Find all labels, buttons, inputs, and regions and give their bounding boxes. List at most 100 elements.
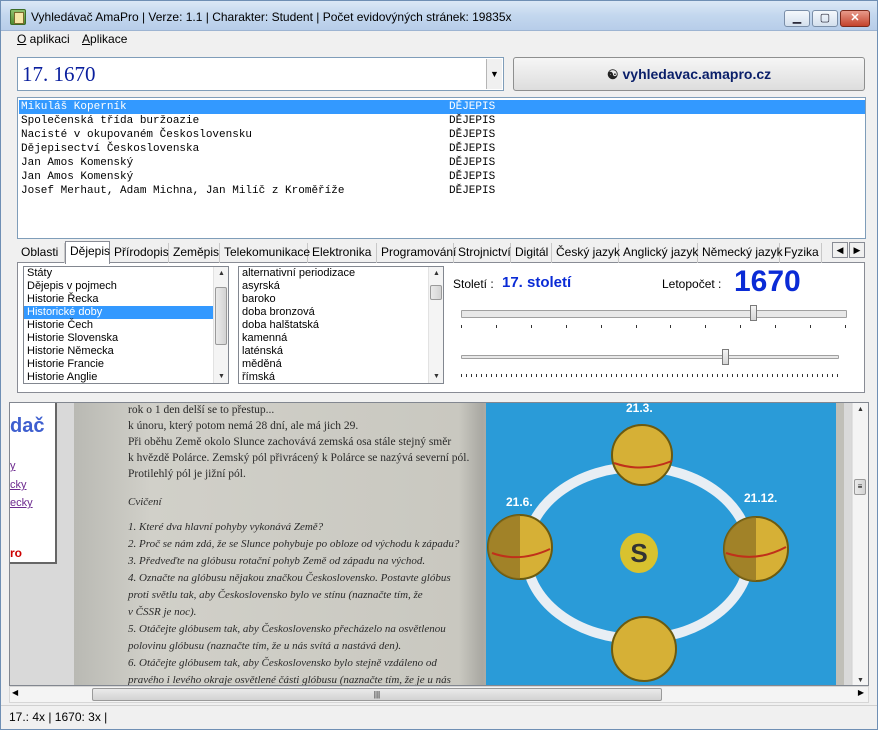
tab-elektronika[interactable]: Elektronika bbox=[308, 243, 377, 263]
result-row[interactable]: Dějepisectví Československa DĚJEPIS bbox=[19, 142, 865, 156]
website-title: dač bbox=[10, 415, 45, 437]
topic-list-item[interactable]: Historie Francie bbox=[24, 358, 228, 371]
slider-tick bbox=[596, 374, 597, 377]
tab-přírodopis[interactable]: Přírodopis bbox=[110, 243, 169, 263]
website-link[interactable]: y bbox=[10, 460, 16, 472]
image-horizontal-scrollbar[interactable]: ◀ ||| ▶ bbox=[9, 686, 869, 703]
slider-tick bbox=[616, 374, 617, 377]
century-value: 17. století bbox=[502, 274, 572, 291]
scroll-thumb[interactable]: ||| bbox=[92, 688, 662, 701]
tab-dějepis[interactable]: Dějepis bbox=[65, 241, 110, 264]
topic-scrollbar[interactable]: ▲ ▼ bbox=[213, 267, 228, 383]
period-list-item[interactable]: asyrská bbox=[239, 280, 443, 293]
slider-tick bbox=[581, 374, 582, 377]
website-link[interactable]: ecky bbox=[10, 497, 33, 509]
menu-accelerator: A bbox=[82, 32, 91, 46]
period-listbox[interactable]: alternativní periodizace asyrská baroko dob… bbox=[238, 266, 444, 384]
menu-aplikace[interactable]: Aplikace bbox=[82, 32, 127, 46]
period-list-item[interactable]: laténská bbox=[239, 345, 443, 358]
close-button[interactable]: ✕ bbox=[840, 10, 870, 27]
page-image-viewer[interactable]: dač y cky ecky ro rok o 1 den delší se t… bbox=[9, 402, 869, 686]
website-link-button[interactable]: ☯ vyhledavac.amapro.cz bbox=[513, 57, 865, 91]
image-vscroll-inner[interactable]: ▲ ≡ ▼ bbox=[852, 403, 868, 685]
tab-programování[interactable]: Programování bbox=[377, 243, 456, 263]
topic-list-item[interactable]: Historické doby bbox=[24, 306, 228, 319]
slider-tick bbox=[682, 374, 683, 377]
scroll-right-icon[interactable]: ▶ bbox=[858, 688, 864, 697]
exercise-question: proti světlu tak, aby Československo byl… bbox=[128, 589, 423, 601]
scroll-down-icon[interactable]: ▼ bbox=[429, 370, 443, 383]
topic-list-item[interactable]: Historie Německa bbox=[24, 345, 228, 358]
scroll-down-icon[interactable]: ▼ bbox=[214, 370, 228, 383]
period-list-item[interactable]: doba bronzová bbox=[239, 306, 443, 319]
slider-tick bbox=[717, 374, 718, 377]
topic-list-item[interactable]: Historie Řecka bbox=[24, 293, 228, 306]
result-row[interactable]: Společenská třída buržoazie DĚJEPIS bbox=[19, 114, 865, 128]
date-label: 21.6. bbox=[506, 495, 533, 509]
tab-zeměpis[interactable]: Zeměpis bbox=[169, 243, 220, 263]
period-list-item[interactable]: alternativní periodizace bbox=[239, 267, 443, 280]
scroll-up-icon[interactable]: ▲ bbox=[214, 267, 228, 280]
tab-telekomunikace[interactable]: Telekomunikace bbox=[220, 243, 310, 263]
search-input[interactable]: 17. 1670 bbox=[22, 62, 96, 87]
period-list-item[interactable]: doba halštatská bbox=[239, 319, 443, 332]
topic-list-item[interactable]: Historie Čech bbox=[24, 319, 228, 332]
tab-německý-jazyk[interactable]: Německý jazyk bbox=[698, 243, 783, 263]
results-list[interactable]: Mikuláš Koperník DĚJEPIS Společenská třída… bbox=[17, 97, 866, 239]
scroll-left-icon[interactable]: ◀ bbox=[12, 688, 18, 697]
title-bar: Vyhledávač AmaPro | Verze: 1.1 | Charakt… bbox=[1, 1, 877, 31]
tab-strojnictví[interactable]: Strojnictví bbox=[454, 243, 511, 263]
tab-oblasti[interactable]: Oblasti bbox=[17, 243, 65, 263]
period-list-item[interactable]: kamenná bbox=[239, 332, 443, 345]
period-list-item[interactable]: římská bbox=[239, 371, 443, 383]
earth-orbit-figure: 21.3. 21.6. 21.12. S bbox=[486, 403, 836, 685]
slider-tick bbox=[732, 374, 733, 377]
period-list-item[interactable]: měděná bbox=[239, 358, 443, 371]
century-slider-track[interactable] bbox=[461, 310, 847, 318]
scroll-thumb[interactable] bbox=[430, 285, 442, 300]
period-scrollbar[interactable]: ▲ ▼ bbox=[428, 267, 443, 383]
image-vertical-scrollbar[interactable]: ▲ ≡ ▼ bbox=[851, 403, 868, 685]
year-slider-track[interactable] bbox=[461, 355, 839, 359]
scroll-up-icon[interactable]: ▲ bbox=[853, 403, 868, 416]
result-row[interactable]: Nacisté v okupovaném Československu DĚJEP… bbox=[19, 128, 865, 142]
tab-digitál[interactable]: Digitál bbox=[511, 243, 552, 263]
textbook-scan: rok o 1 den delší se to přestup... k únor… bbox=[74, 403, 844, 685]
minimize-button[interactable]: ▁ bbox=[784, 10, 810, 27]
result-row[interactable]: Josef Merhaut, Adam Michna, Jan Milíč z … bbox=[19, 184, 865, 198]
tab-fyzika[interactable]: Fyzika bbox=[780, 243, 822, 263]
topic-listbox[interactable]: Státy Dějepis v pojmech Historie Řecka Hist… bbox=[23, 266, 229, 384]
slider-tick bbox=[822, 374, 823, 377]
scroll-thumb[interactable]: ≡ bbox=[854, 479, 866, 495]
year-slider-thumb[interactable] bbox=[722, 349, 729, 365]
result-category: DĚJEPIS bbox=[449, 129, 496, 141]
topic-list-item[interactable]: Historie Anglie bbox=[24, 371, 228, 383]
textbook-text: rok o 1 den delší se to přestup... k únor… bbox=[128, 403, 488, 685]
slider-tick bbox=[641, 374, 642, 377]
slider-tick bbox=[797, 374, 798, 377]
result-row[interactable]: Jan Amos Komenský DĚJEPIS bbox=[19, 170, 865, 184]
result-row[interactable]: Mikuláš Koperník DĚJEPIS bbox=[19, 100, 865, 114]
topic-list-item[interactable]: Státy bbox=[24, 267, 228, 280]
scroll-down-icon[interactable]: ▼ bbox=[853, 674, 868, 685]
slider-tick bbox=[742, 374, 743, 377]
tab-anglický-jazyk[interactable]: Anglický jazyk bbox=[619, 243, 698, 263]
tab-český-jazyk[interactable]: Český jazyk bbox=[552, 243, 620, 263]
exercise-question: polovinu glóbusu (naznačte tím, že u nás… bbox=[128, 640, 402, 652]
book-line: Protilehlý pól je jižní pól. bbox=[128, 468, 246, 480]
topic-list-item[interactable]: Historie Slovenska bbox=[24, 332, 228, 345]
tab-scroll-left-button[interactable]: ◀ bbox=[832, 242, 848, 258]
result-title: Dějepisectví Československa bbox=[21, 143, 200, 155]
scroll-thumb[interactable] bbox=[215, 287, 227, 345]
search-combobox[interactable]: 17. 1670 ▼ bbox=[17, 57, 504, 91]
menu-o-aplikaci[interactable]: O aplikaci bbox=[17, 32, 70, 46]
tab-scroll-right-button[interactable]: ▶ bbox=[849, 242, 865, 258]
century-slider-thumb[interactable] bbox=[750, 305, 757, 321]
topic-list-item[interactable]: Dějepis v pojmech bbox=[24, 280, 228, 293]
period-list-item[interactable]: baroko bbox=[239, 293, 443, 306]
result-row[interactable]: Jan Amos Komenský DĚJEPIS bbox=[19, 156, 865, 170]
chevron-down-icon[interactable]: ▼ bbox=[486, 59, 502, 89]
website-link[interactable]: cky bbox=[10, 479, 27, 491]
scroll-up-icon[interactable]: ▲ bbox=[429, 267, 443, 280]
maximize-button[interactable]: ▢ bbox=[812, 10, 838, 27]
